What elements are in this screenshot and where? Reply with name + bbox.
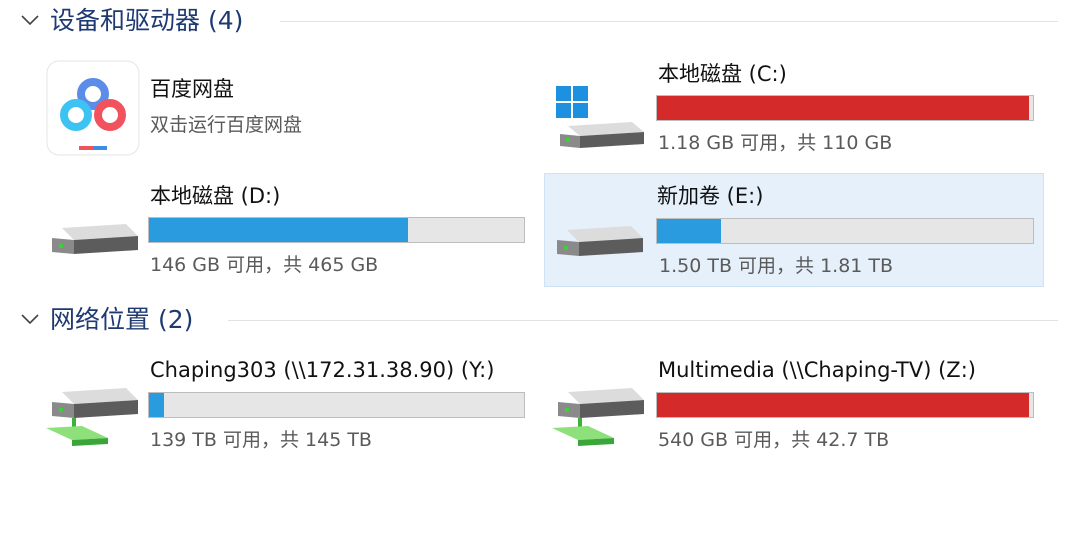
- app-tile-baidu-netdisk[interactable]: 百度网盘 双击运行百度网盘: [42, 58, 532, 162]
- network-tile-y[interactable]: Chaping303 (\\172.31.38.90) (Y:) 139 TB …: [42, 350, 532, 462]
- group-title-devices: 设备和驱动器 (4): [50, 6, 244, 35]
- network-tile-z[interactable]: Multimedia (\\Chaping-TV) (Z:) 540 GB 可用…: [546, 350, 1044, 462]
- usage-bar-fill-z: [657, 393, 1030, 417]
- usage-bar-z: [656, 392, 1034, 418]
- chevron-down-icon[interactable]: [18, 8, 42, 32]
- usage-bar-e: [656, 218, 1034, 244]
- app-description: 双击运行百度网盘: [150, 114, 303, 136]
- drive-name-c: 本地磁盘 (C:): [658, 62, 787, 86]
- drive-usage-d: 146 GB 可用，共 465 GB: [150, 254, 379, 276]
- network-usage-y: 139 TB 可用，共 145 TB: [150, 429, 372, 451]
- baidu-netdisk-icon: [46, 60, 140, 156]
- group-divider: [280, 21, 1058, 22]
- usage-bar-d: [148, 217, 525, 243]
- usage-bar-fill-d: [149, 218, 408, 242]
- usage-bar-c: [656, 95, 1034, 121]
- group-header-network[interactable]: 网络位置 (2): [18, 303, 1058, 337]
- group-header-devices[interactable]: 设备和驱动器 (4): [18, 4, 1058, 38]
- drive-name-e: 新加卷 (E:): [657, 184, 764, 208]
- hard-drive-icon: [52, 224, 138, 254]
- windows-system-drive-icon: [556, 86, 644, 148]
- drive-usage-c: 1.18 GB 可用，共 110 GB: [658, 132, 893, 154]
- drive-tile-e[interactable]: 新加卷 (E:) 1.50 TB 可用，共 1.81 TB: [544, 173, 1044, 287]
- group-divider: [228, 320, 1058, 321]
- app-name: 百度网盘: [150, 77, 234, 101]
- network-name-z: Multimedia (\\Chaping-TV) (Z:): [658, 358, 976, 382]
- usage-bar-fill-y: [149, 393, 164, 417]
- drive-name-d: 本地磁盘 (D:): [150, 184, 281, 208]
- network-drive-icon: [46, 388, 138, 446]
- hard-drive-icon: [557, 226, 643, 256]
- usage-bar-y: [148, 392, 525, 418]
- chevron-down-icon[interactable]: [18, 307, 42, 331]
- usage-bar-fill-e: [657, 219, 721, 243]
- drive-tile-c[interactable]: 本地磁盘 (C:) 1.18 GB 可用，共 110 GB: [546, 58, 1044, 162]
- group-title-network: 网络位置 (2): [50, 305, 194, 334]
- usage-bar-fill-c: [657, 96, 1030, 120]
- drive-usage-e: 1.50 TB 可用，共 1.81 TB: [659, 255, 894, 277]
- network-name-y: Chaping303 (\\172.31.38.90) (Y:): [150, 358, 495, 382]
- network-usage-z: 540 GB 可用，共 42.7 TB: [658, 429, 890, 451]
- network-drive-icon: [552, 388, 644, 446]
- drive-tile-d[interactable]: 本地磁盘 (D:) 146 GB 可用，共 465 GB: [42, 172, 532, 284]
